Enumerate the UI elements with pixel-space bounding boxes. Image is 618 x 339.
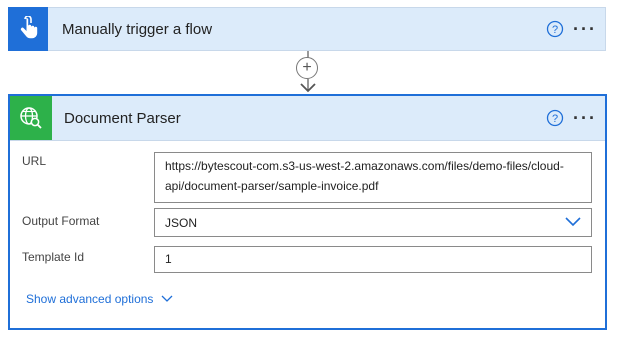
output-format-label: Output Format	[22, 214, 100, 228]
svg-text:?: ?	[552, 113, 558, 125]
output-format-select[interactable]: JSON	[154, 208, 592, 237]
touch-hand-icon	[8, 6, 48, 51]
url-input[interactable]: https://bytescout-com.s3-us-west-2.amazo…	[154, 152, 592, 203]
help-icon[interactable]: ?	[545, 108, 565, 128]
url-row: URL https://bytescout-com.s3-us-west-2.a…	[22, 152, 592, 203]
advanced-options-label: Show advanced options	[26, 292, 154, 306]
action-header[interactable]: Document Parser ? ···	[10, 96, 605, 141]
more-options-icon[interactable]: ···	[565, 108, 605, 128]
output-format-row: Output Format JSON	[22, 208, 592, 237]
chevron-down-icon	[565, 213, 581, 233]
url-label: URL	[22, 154, 47, 168]
template-id-row: Template Id 1	[22, 246, 592, 273]
document-parser-card: Document Parser ? ··· URL https://bytesc…	[8, 94, 607, 330]
trigger-title: Manually trigger a flow	[62, 20, 213, 38]
show-advanced-options-link[interactable]: Show advanced options	[26, 292, 173, 306]
template-id-label: Template Id	[22, 250, 85, 264]
trigger-card[interactable]: Manually trigger a flow ? ···	[8, 6, 606, 51]
output-format-value: JSON	[165, 215, 198, 230]
svg-text:?: ?	[552, 24, 558, 36]
action-title: Document Parser	[64, 109, 181, 127]
chevron-down-icon	[153, 292, 173, 306]
template-id-input[interactable]: 1	[154, 246, 592, 273]
help-icon[interactable]: ?	[545, 19, 565, 39]
globe-search-icon	[10, 96, 52, 140]
more-options-icon[interactable]: ···	[565, 19, 605, 39]
plus-icon: +	[302, 59, 312, 76]
add-step-button[interactable]: +	[296, 57, 318, 79]
